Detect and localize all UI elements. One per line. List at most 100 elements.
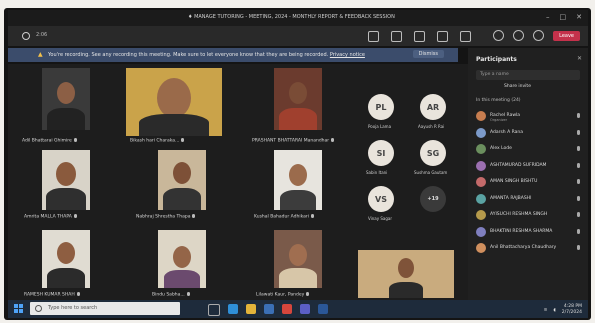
participant-face <box>57 82 75 104</box>
mic-muted-icon <box>192 214 196 218</box>
participants-panel: Participants ✕ Type a name Share invite … <box>468 48 588 300</box>
meeting-timer: 2:06 <box>36 32 48 38</box>
participant-list-item[interactable]: AMANTA RAJBASHI <box>468 191 588 208</box>
mic-muted-icon <box>181 138 185 142</box>
chrome-icon[interactable] <box>282 304 292 314</box>
mic-muted-icon <box>186 292 190 296</box>
self-body <box>389 282 423 298</box>
taskbar-search-input[interactable]: Type here to search <box>30 302 180 315</box>
participant-list-item[interactable]: AYISUCHI RESHMA SINGH <box>468 207 588 224</box>
participant-name: Anil Bhattacharya Chaudhary <box>490 245 557 250</box>
start-button[interactable] <box>14 304 23 313</box>
participant-face <box>173 162 191 184</box>
tile-name: RAMESH KUMAR SHAH <box>24 292 80 298</box>
store-icon[interactable] <box>264 304 274 314</box>
participant-tile[interactable] <box>274 150 322 210</box>
tile-name: Bikash hari Charaka... <box>130 138 185 144</box>
mic-muted-icon <box>577 129 580 135</box>
mic-muted-icon <box>577 162 580 168</box>
reactions-icon[interactable] <box>437 31 448 42</box>
mic-muted-icon <box>311 214 314 218</box>
participant-face <box>57 242 75 264</box>
participant-avatar[interactable]: AR <box>420 94 446 120</box>
system-tray: ≋ ◖ 4:28 PM 2/7/2024 <box>544 304 582 316</box>
participant-list-item[interactable]: AMAN SINGH BISHTU <box>468 174 588 191</box>
participant-avatar[interactable]: SG <box>420 140 446 166</box>
participant-avatar-small <box>476 177 486 187</box>
camera-icon[interactable] <box>493 30 505 41</box>
dismiss-button[interactable]: Dismiss <box>412 50 444 58</box>
participant-search-input[interactable]: Type a name <box>476 70 580 80</box>
participant-tile[interactable] <box>158 150 206 210</box>
task-view-icon[interactable] <box>208 304 220 316</box>
edge-icon[interactable] <box>228 304 238 314</box>
participant-name: ASHTAMURAD SUFRIDAM <box>490 162 547 168</box>
tile-name: Nabhraj Shrestha Thapa <box>136 214 196 220</box>
participant-avatar-small <box>476 193 486 204</box>
clock-date[interactable]: 2/7/2024 <box>562 310 582 316</box>
participant-list-item[interactable]: Anil Bhattacharya Chaudhary <box>468 240 588 257</box>
video-grid: Adil Bhattarai Ghimire Bikash hari Chara… <box>8 64 468 300</box>
participant-face <box>157 78 191 118</box>
recording-banner: ▲ You're recording. See any recording th… <box>8 48 458 62</box>
participant-tile[interactable] <box>274 68 322 130</box>
tile-name: PRASHANT BHATTARAI Manandhar <box>252 138 335 144</box>
self-view-tile[interactable] <box>358 250 454 298</box>
participant-body <box>164 270 200 288</box>
participant-tile[interactable] <box>42 230 90 288</box>
avatar-name: Aayush R Rai <box>418 124 445 129</box>
mic-muted-icon <box>73 138 77 142</box>
people-icon[interactable] <box>391 31 402 42</box>
participant-avatar-small <box>476 160 486 171</box>
mic-muted-icon <box>577 245 580 250</box>
mic-muted-icon <box>331 138 335 142</box>
tile-name: Amrita MALLA THAPA <box>24 214 77 220</box>
participant-face <box>289 164 307 186</box>
more-participants-bubble[interactable]: +19 <box>420 186 446 212</box>
word-icon[interactable] <box>318 304 328 314</box>
chat-icon[interactable] <box>368 31 379 42</box>
participant-list-item[interactable]: ASHTAMURAD SUFRIDAM <box>468 158 588 175</box>
participant-tile[interactable] <box>158 230 206 288</box>
participant-list-item[interactable]: Adarsh A Rana <box>468 125 588 142</box>
participant-face <box>56 162 76 186</box>
leave-button[interactable]: Leave <box>553 30 580 41</box>
window-title: ♦ MANAGE TUTORING - MEETING, 2024 - MONT… <box>188 14 395 20</box>
participant-tile[interactable] <box>126 68 222 136</box>
participant-list: Rachel Rawla Organizer Adarsh A Rana Alex L… <box>468 108 588 257</box>
participant-tile[interactable] <box>274 230 322 288</box>
title-bar: ♦ MANAGE TUTORING - MEETING, 2024 - MONT… <box>8 10 588 26</box>
avatar-name: Vinay Sagar <box>368 216 393 221</box>
participant-avatar[interactable]: VS <box>368 186 394 212</box>
wifi-icon[interactable]: ≋ <box>544 308 548 313</box>
participant-body <box>280 190 316 210</box>
close-panel-icon[interactable]: ✕ <box>577 55 582 62</box>
close-icon[interactable]: ✕ <box>576 13 582 21</box>
in-meeting-header[interactable]: In this meeting (24) <box>476 98 521 103</box>
participant-tile[interactable] <box>42 150 90 210</box>
file-explorer-icon[interactable] <box>246 304 256 314</box>
mic-icon[interactable] <box>513 30 525 41</box>
share-screen-icon[interactable] <box>533 30 545 41</box>
participant-list-item[interactable]: BHAKTINI RESHMA SHARMA <box>468 224 588 241</box>
tile-name: Lilawati Kaur, Pandey <box>256 292 310 298</box>
mic-muted-icon <box>577 228 580 234</box>
teams-icon[interactable] <box>300 304 310 314</box>
more-icon[interactable] <box>460 31 471 42</box>
participant-face <box>173 246 191 268</box>
participant-face <box>289 244 307 266</box>
volume-icon[interactable]: ◖ <box>553 308 555 313</box>
participant-avatar[interactable]: SI <box>368 140 394 166</box>
raise-hand-icon[interactable] <box>414 31 425 42</box>
privacy-link[interactable]: Privacy notice <box>330 52 365 58</box>
participant-tile[interactable] <box>42 68 90 130</box>
participant-list-item[interactable]: Alex Lode <box>468 141 588 158</box>
maximize-icon[interactable]: □ <box>560 13 567 21</box>
share-invite-button[interactable]: Share invite <box>504 84 531 89</box>
minimize-icon[interactable]: – <box>546 13 550 21</box>
search-icon <box>35 305 42 312</box>
participant-list-item[interactable]: Rachel Rawla Organizer <box>468 108 588 125</box>
mic-muted-icon <box>73 214 77 218</box>
mic-muted-icon <box>577 195 580 201</box>
participant-avatar[interactable]: PL <box>368 94 394 120</box>
